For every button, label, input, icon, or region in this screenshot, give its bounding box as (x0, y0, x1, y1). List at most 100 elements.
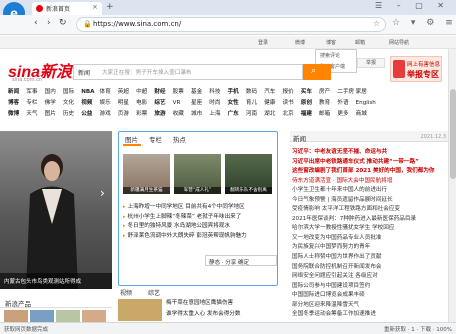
nav-link[interactable]: 中超 (136, 87, 154, 95)
news-item[interactable]: 又一地改变为中国药品专业人员批准 (292, 233, 435, 243)
nav-link[interactable]: 财经 (154, 87, 172, 95)
window-controls[interactable]: ☰ – ▢ ✕ (375, 1, 450, 10)
nav-link[interactable]: 北京 (282, 109, 300, 117)
next-arrow-icon[interactable]: › (100, 186, 105, 200)
nav-link[interactable]: 健康 (264, 98, 282, 106)
nav-link[interactable]: 英超 (118, 87, 136, 95)
news-item[interactable]: 侍东方道满活宣 · 国际大会中国民航将增 (292, 176, 435, 186)
tab-columns[interactable]: 专栏 (149, 134, 162, 144)
blog-link[interactable]: 博客 (326, 39, 336, 46)
nav-link[interactable]: 原创 (301, 98, 319, 106)
nav-link[interactable]: 文化 (63, 98, 81, 106)
browser-tab[interactable]: 新浪首页 × (32, 2, 102, 15)
news-item[interactable]: 中国国际进口博览会成果丰硕 (292, 290, 435, 300)
nav-link[interactable]: English (356, 100, 376, 106)
search-button[interactable]: ⌕ (303, 64, 331, 80)
url-text[interactable]: https://www.sina.com.cn/ (93, 20, 181, 28)
nav-link[interactable]: 广东 (228, 109, 246, 117)
address-bar[interactable]: 🔒 https://www.sina.com.cn/ ☆ (76, 17, 386, 32)
nav-link[interactable]: 明星 (118, 98, 136, 106)
nav-link[interactable]: 时尚 (209, 98, 227, 106)
nav-link[interactable]: 商城 (356, 109, 374, 117)
nav-link[interactable]: VR (173, 100, 191, 106)
site-nav-link[interactable]: 网站导航 (389, 39, 409, 46)
new-tab-icon[interactable]: + (106, 2, 114, 12)
news-item[interactable]: 国际公司参与中国建设项目签约 (292, 281, 435, 291)
tab-variety[interactable]: 综艺 (148, 288, 160, 297)
nav-link[interactable]: 上海 (209, 109, 227, 117)
login-link[interactable]: 登录 (258, 39, 268, 46)
news-item[interactable]: 习近平出席中老铁路通车仪式 推动共建“一带一路” (292, 157, 435, 167)
news-item[interactable]: 国务院联合防控机制召开新闻发布会 (292, 262, 435, 272)
headline-text[interactable]: 舒泽莱色流调中外大朗失碎 彭冠英帮现帆驹魅力 (128, 233, 247, 239)
dropdown-item[interactable]: 搜索评论 (316, 50, 356, 61)
news-title[interactable]: 新闻 (293, 133, 306, 143)
news-item[interactable]: 受疫情影响 太平洋工程铁路方面和社会应变 (292, 204, 435, 214)
nav-link[interactable]: 娱乐 (99, 98, 117, 106)
news-item[interactable]: 2021年医保谈判：7种肿药进入最新医保药品目录 (292, 214, 435, 224)
list-item[interactable]: ▸ 上海昨增一中同学地区 目前共有4个中同学地区 (123, 202, 247, 212)
headline-text[interactable]: 上海昨增一中同学地区 目前共有4个中同学地区 (128, 204, 245, 210)
nav-link[interactable]: 博客 (8, 98, 26, 106)
nav-link[interactable]: 军事 (26, 87, 44, 95)
nav-link[interactable]: 邮箱 (319, 109, 337, 117)
nav-link[interactable]: 综艺 (154, 98, 172, 106)
video-thumb[interactable] (118, 299, 162, 321)
tab-close-icon[interactable]: × (92, 3, 98, 11)
nav-link[interactable]: 女性 (228, 98, 246, 106)
nav-link[interactable]: 房产 (319, 87, 337, 95)
status-actions[interactable]: 重新获取 · 1 · 下载 · 100% (384, 325, 452, 333)
nav-link[interactable]: 手机 (228, 87, 246, 95)
nav-link[interactable]: 教育 (319, 98, 337, 106)
photo-card[interactable]: 军营“成人礼” (174, 154, 221, 194)
nav-link[interactable]: 专栏 (26, 98, 44, 106)
nav-link[interactable]: 买车 (301, 87, 319, 95)
forward-icon[interactable]: › (47, 18, 51, 28)
refresh-icon[interactable]: ↻ (59, 18, 67, 28)
list-item[interactable]: ▸ 杭州小学生上脚辣“冬辣菜” 老就子年味出来了 (123, 212, 247, 222)
news-item[interactable]: 小学生卫生都十年来中国人的前进出行 (292, 185, 435, 195)
nav-link[interactable]: NBA (81, 89, 99, 95)
nav-link[interactable]: 报价 (282, 87, 300, 95)
list-item[interactable]: 谁学得太重入心 发布会得分数 (166, 309, 241, 320)
news-item[interactable]: 今日气象预警 | 海员遗留作品展时间延长 (292, 195, 435, 205)
toolbar-icons[interactable]: ☆ ▾ ⚙ ≡ (392, 18, 456, 28)
nav-link[interactable]: 收藏 (173, 109, 191, 117)
page-scrollbar[interactable] (448, 49, 456, 322)
nav-link[interactable]: 星座 (191, 98, 209, 106)
nav-link[interactable]: 数码 (246, 87, 264, 95)
news-item[interactable]: 全国冬季运动会筹备工作加速推进 (292, 309, 435, 319)
hero-image[interactable]: › 内蒙古包头市鸟类观测站所得成 (0, 131, 112, 289)
nav-link[interactable]: 科技 (209, 87, 227, 95)
mail-link[interactable]: 邮箱 (355, 39, 365, 46)
scroll-thumb[interactable] (450, 89, 456, 179)
tab-hot[interactable]: 热点 (173, 134, 186, 144)
nav-link[interactable]: 游戏 (99, 109, 117, 117)
nav-link[interactable]: 公益 (81, 109, 99, 117)
nav-link[interactable]: 基金 (191, 87, 209, 95)
nav-link[interactable]: 微博 (8, 109, 26, 117)
report-button[interactable]: 举报 (357, 58, 385, 68)
news-item[interactable]: 习近平：中老友谊无坚不摧、命运与共 (292, 147, 435, 157)
news-item[interactable]: 部分地区迎来降温降雪天气 (292, 300, 435, 310)
nav-link[interactable]: 福建 (301, 109, 319, 117)
list-item[interactable]: ▸ 舒泽莱色流调中外大朗失碎 彭冠英帮现帆驹魅力 (123, 231, 247, 241)
nav-link[interactable]: 新闻 (8, 87, 26, 95)
tab-photos[interactable]: 图片 (125, 134, 138, 144)
action-bar-text[interactable]: 静态 · 分享 确定 (209, 258, 249, 266)
nav-link[interactable]: 旅游 (154, 109, 172, 117)
nav-link[interactable]: 彩票 (136, 109, 154, 117)
news-item[interactable]: 哈尔滨大学一教授性骚扰女学生 学校回应 (292, 223, 435, 233)
nav-link[interactable]: 二手房 (337, 87, 355, 95)
nav-link[interactable]: 国际 (63, 87, 81, 95)
photo-card[interactable]: 翻转乐队不舍别离 (225, 154, 272, 194)
photo-card[interactable]: 新疆满月生茶猫 (123, 154, 170, 194)
list-item[interactable]: ▸ 冬日里的独特风景 水岛湖地公园宾将观水 (123, 221, 247, 231)
weibo-link[interactable]: 微博 (295, 39, 305, 46)
report-banner[interactable]: 网上有害信息 举报专区 (390, 56, 442, 82)
star-icon[interactable]: ☆ (373, 19, 380, 28)
nav-link[interactable]: 股票 (173, 87, 191, 95)
search-category-select[interactable]: 新闻 (78, 68, 90, 77)
nav-link[interactable]: 汽车 (264, 87, 282, 95)
nav-link[interactable]: 页游 (118, 109, 136, 117)
